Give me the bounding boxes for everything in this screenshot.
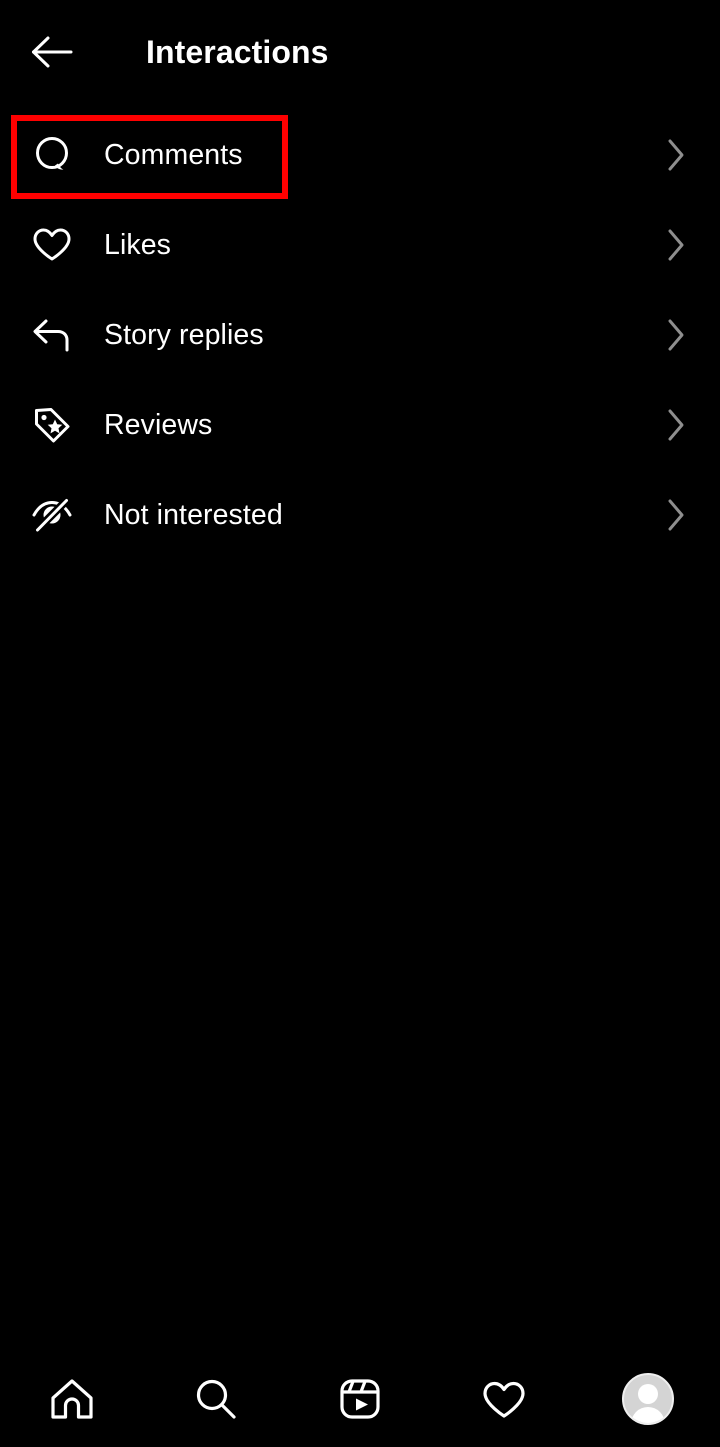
nav-item-home[interactable]: [0, 1351, 144, 1447]
heart-icon: [483, 1381, 525, 1418]
chevron-right-icon[interactable]: [662, 315, 690, 355]
tag-star-icon: [30, 403, 74, 447]
heart-icon: [30, 223, 74, 267]
eye-slash-icon: [30, 493, 74, 537]
nav-item-reels[interactable]: [288, 1351, 432, 1447]
list-item-label: Comments: [104, 138, 243, 171]
list-item-label: Story replies: [104, 318, 264, 351]
list-item-story-replies[interactable]: Story replies: [0, 290, 720, 380]
chevron-right-icon[interactable]: [662, 225, 690, 265]
avatar: [622, 1373, 674, 1425]
list-item-label: Not interested: [104, 498, 283, 531]
search-icon: [196, 1379, 236, 1419]
arrow-left-icon: [32, 36, 73, 68]
comment-bubble-icon: [30, 133, 74, 177]
app-header: Interactions: [0, 0, 720, 104]
list-item-label: Likes: [104, 228, 172, 261]
avatar-head: [638, 1384, 658, 1404]
nav-item-likes[interactable]: [432, 1351, 576, 1447]
chevron-right-icon[interactable]: [662, 405, 690, 445]
bottom-navigation-bar: [0, 1351, 720, 1447]
chevron-right-icon[interactable]: [662, 135, 690, 175]
list-item-reviews[interactable]: Reviews: [0, 380, 720, 470]
list-item-label: Reviews: [104, 408, 213, 441]
reply-arrow-icon: [30, 313, 74, 357]
list-item-not-interested[interactable]: Not interested: [0, 470, 720, 560]
page-title: Interactions: [146, 34, 329, 70]
home-icon: [51, 1379, 93, 1419]
nav-item-search[interactable]: [144, 1351, 288, 1447]
list-item-likes[interactable]: Likes: [0, 200, 720, 290]
avatar-body: [631, 1407, 665, 1423]
interactions-list: Comments Likes Story replies Reviews Not…: [0, 104, 720, 560]
nav-item-profile[interactable]: [576, 1351, 720, 1447]
list-item-comments[interactable]: Comments: [0, 110, 720, 200]
chevron-right-icon[interactable]: [662, 495, 690, 535]
reels-icon: [340, 1379, 380, 1419]
back-button[interactable]: [30, 25, 84, 79]
